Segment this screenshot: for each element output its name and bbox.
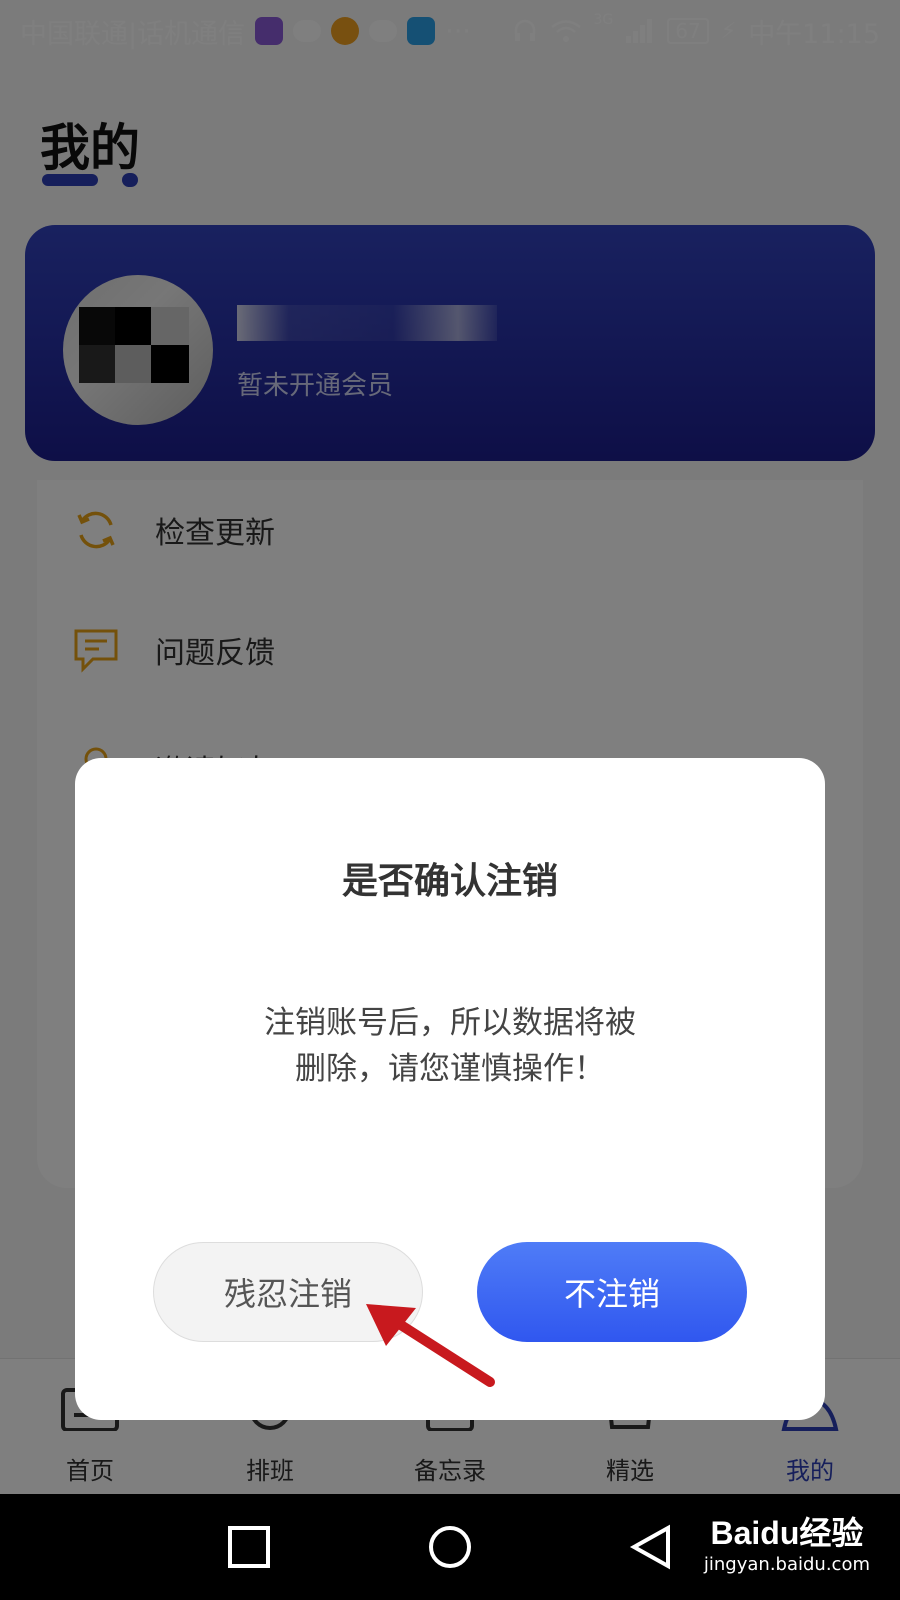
recent-apps-icon[interactable] — [226, 1524, 272, 1570]
cancel-deregister-button[interactable]: 不注销 — [477, 1242, 747, 1342]
dialog-message-line: 注销账号后，所以数据将被 — [264, 1005, 636, 1041]
home-button-icon[interactable] — [427, 1524, 473, 1570]
watermark-logo: Baidu经验 — [710, 1515, 864, 1551]
system-navigation-bar: Baidu经验 jingyan.baidu.com — [0, 1494, 900, 1600]
watermark: Baidu经验 jingyan.baidu.com — [704, 1508, 870, 1575]
back-icon[interactable] — [628, 1524, 674, 1570]
dialog-message-line: 删除，请您谨慎操作！ — [295, 1051, 605, 1087]
annotation-arrow-icon — [366, 1304, 495, 1387]
dialog-message: 注销账号后，所以数据将被 删除，请您谨慎操作！ — [210, 1000, 690, 1092]
watermark-url: jingyan.baidu.com — [703, 1554, 870, 1575]
dialog-title: 是否确认注销 — [341, 861, 558, 902]
